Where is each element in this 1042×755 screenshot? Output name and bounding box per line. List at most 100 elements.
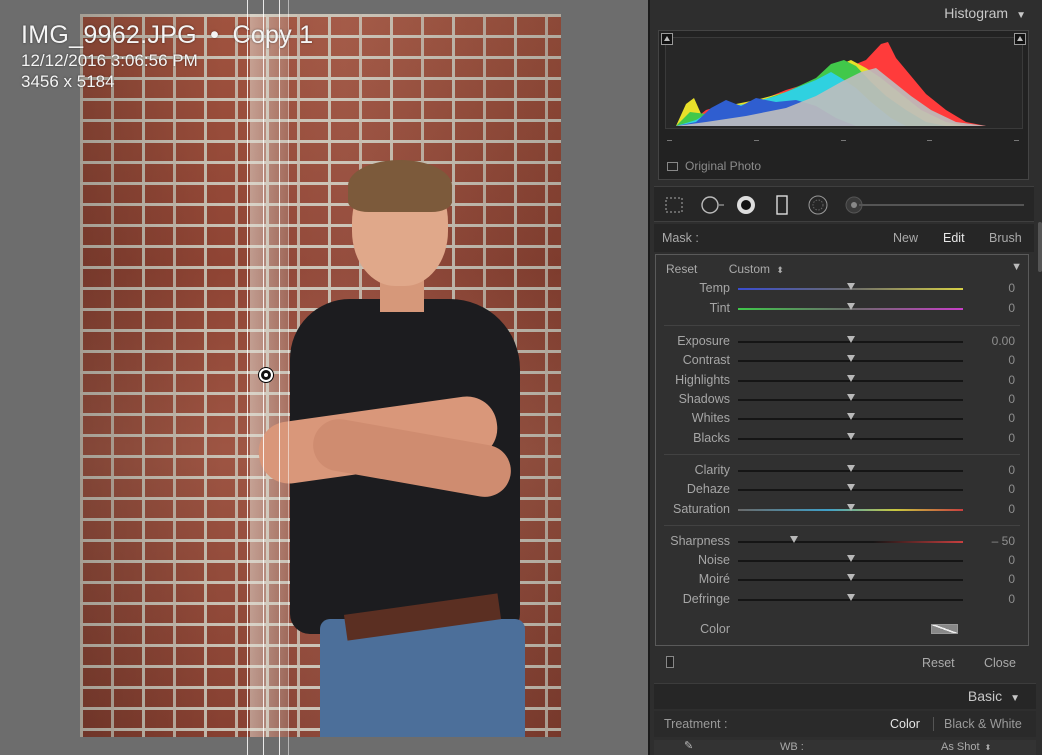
slider-thumb-blacks[interactable] <box>846 432 855 440</box>
slider-value-saturation[interactable]: 0 <box>1008 502 1015 516</box>
slider-label-highlights: Highlights <box>675 372 730 387</box>
collapse-triangle-icon[interactable]: ▼ <box>1010 693 1020 704</box>
slider-thumb-temp[interactable] <box>846 283 855 290</box>
slider-value-whites[interactable]: 0 <box>1008 411 1015 425</box>
slider-thumb-moir[interactable] <box>846 574 855 582</box>
slider-thumb-highlights[interactable] <box>846 374 855 382</box>
slider-thumb-whites[interactable] <box>846 413 855 421</box>
tool-close-button[interactable]: Close <box>984 656 1016 670</box>
wb-value-dropdown[interactable]: As Shot ⬍ <box>941 741 991 753</box>
treatment-divider <box>933 717 934 731</box>
original-photo-toggle[interactable]: Original Photo <box>667 159 761 173</box>
radial-filter-icon[interactable] <box>808 195 828 215</box>
effect-preset-dropdown[interactable]: Custom ⬍ <box>729 262 784 276</box>
basic-panel-header[interactable]: Basic ▼ <box>654 683 1036 709</box>
slider-value-shadows[interactable]: 0 <box>1008 392 1015 406</box>
photo-dimensions: 3456 x 5184 <box>21 72 115 91</box>
slider-thumb-contrast[interactable] <box>846 355 855 363</box>
slider-thumb-saturation[interactable] <box>846 503 855 511</box>
slider-value-highlights[interactable]: 0 <box>1008 373 1015 387</box>
slider-value-blacks[interactable]: 0 <box>1008 431 1015 445</box>
develop-right-panel: Histogram ▼ Original Photo Mask: New Ed… <box>648 0 1042 755</box>
slider-label-exposure: Exposure <box>677 334 730 348</box>
panel-scrollbar[interactable] <box>1038 222 1042 272</box>
slider-value-temp[interactable]: 0 <box>1008 281 1015 295</box>
slider-value-contrast[interactable]: 0 <box>1008 353 1015 367</box>
mask-brush-button[interactable]: Brush <box>989 231 1022 245</box>
graduated-filter-icon[interactable] <box>772 195 792 215</box>
graduated-filter-line-outer-left[interactable] <box>247 0 248 755</box>
mask-new-button[interactable]: New <box>893 231 918 245</box>
slider-row-clarity: Clarity 0 <box>656 461 1028 480</box>
tool-reset-button[interactable]: Reset <box>922 656 955 670</box>
slider-group-separator <box>664 325 1020 326</box>
slider-thumb-shadows[interactable] <box>846 393 855 401</box>
slider-row-moir: Moiré 0 <box>656 570 1028 589</box>
slider-track-sharpness[interactable] <box>738 541 963 543</box>
color-row: Color <box>656 620 1028 639</box>
basic-title: Basic <box>967 688 1003 704</box>
panel-collapse-icon[interactable]: ▼ <box>1011 261 1022 273</box>
histogram-panel-header[interactable]: Histogram ▼ <box>944 5 1026 21</box>
show-edit-pins-icon[interactable] <box>666 656 674 668</box>
slider-value-clarity[interactable]: 0 <box>1008 463 1015 477</box>
slider-value-defringe[interactable]: 0 <box>1008 592 1015 606</box>
slider-group-separator <box>664 454 1020 455</box>
slider-value-tint[interactable]: 0 <box>1008 301 1015 315</box>
slider-label-shadows: Shadows <box>678 391 730 406</box>
graduated-filter-pin[interactable] <box>259 368 273 382</box>
crop-overlay-icon[interactable] <box>664 195 684 215</box>
shadow-clipping-icon[interactable] <box>661 33 673 45</box>
color-swatch[interactable] <box>931 624 958 634</box>
red-eye-icon[interactable] <box>736 195 756 215</box>
original-photo-checkbox[interactable] <box>667 161 678 171</box>
slider-thumb-tint[interactable] <box>846 303 855 310</box>
slider-value-dehaze[interactable]: 0 <box>1008 482 1015 496</box>
highlight-clipping-icon[interactable] <box>1014 33 1026 45</box>
color-label: Color <box>700 622 730 636</box>
effect-reset-button[interactable]: Reset <box>666 262 697 276</box>
slider-thumb-clarity[interactable] <box>846 465 855 472</box>
treatment-color-option[interactable]: Color <box>890 717 920 731</box>
brush-size-track[interactable] <box>859 204 1024 206</box>
eyedropper-icon[interactable]: ✎ <box>684 739 693 752</box>
collapse-triangle-icon[interactable]: ▼ <box>1016 10 1026 21</box>
wb-value: As Shot <box>941 741 980 753</box>
slider-label-dehaze: Dehaze <box>686 482 730 497</box>
slider-thumb-defringe[interactable] <box>846 593 855 601</box>
treatment-label: Treatment : <box>664 717 728 731</box>
photo-preview[interactable] <box>80 14 561 737</box>
slider-row-defringe: Defringe 0 <box>656 590 1028 609</box>
slider-row-whites: Whites 0 <box>656 409 1028 428</box>
slider-thumb-exposure[interactable] <box>846 336 855 343</box>
slider-value-exposure[interactable]: 0.00 <box>992 334 1015 348</box>
image-canvas[interactable]: IMG_9962.JPG • Copy 1 12/12/2016 3:06:56… <box>0 0 648 755</box>
slider-value-sharpness[interactable]: – 50 <box>992 534 1015 548</box>
local-adjustment-panel: Reset Custom ⬍ ▼ Temp 0 Tint 0 Exposure 0.00 C… <box>655 254 1029 646</box>
photo-title-line: IMG_9962.JPG • Copy 1 <box>21 20 313 50</box>
wb-label: WB : <box>780 741 804 753</box>
slider-label-saturation: Saturation <box>673 501 730 516</box>
slider-value-moir[interactable]: 0 <box>1008 572 1015 586</box>
treatment-bw-option[interactable]: Black & White <box>944 717 1022 731</box>
slider-thumb-noise[interactable] <box>846 555 855 563</box>
graduated-filter-line-outer-right[interactable] <box>279 0 280 755</box>
basic-title-wrap: Basic ▼ <box>968 688 1020 704</box>
spot-removal-icon[interactable] <box>700 195 726 215</box>
title-separator: • <box>210 21 220 49</box>
slider-row-noise: Noise 0 <box>656 551 1028 570</box>
slider-label-temp: Temp <box>699 281 730 295</box>
slider-value-noise[interactable]: 0 <box>1008 553 1015 567</box>
tool-strip <box>654 186 1034 222</box>
histogram-ticks <box>667 137 1019 143</box>
white-balance-row: ✎ WB : As Shot ⬍ <box>654 740 1036 755</box>
slider-thumb-sharpness[interactable] <box>790 536 799 543</box>
slider-thumb-dehaze[interactable] <box>846 484 855 492</box>
tool-footer: Reset Close <box>654 650 1034 676</box>
slider-label-contrast: Contrast <box>682 353 730 368</box>
graduated-filter-line-edge[interactable] <box>288 0 289 755</box>
lightroom-develop-window: IMG_9962.JPG • Copy 1 12/12/2016 3:06:56… <box>0 0 1042 755</box>
mask-edit-button[interactable]: Edit <box>943 231 965 245</box>
slider-row-temp: Temp 0 <box>656 279 1028 298</box>
slider-group-separator <box>664 525 1020 526</box>
